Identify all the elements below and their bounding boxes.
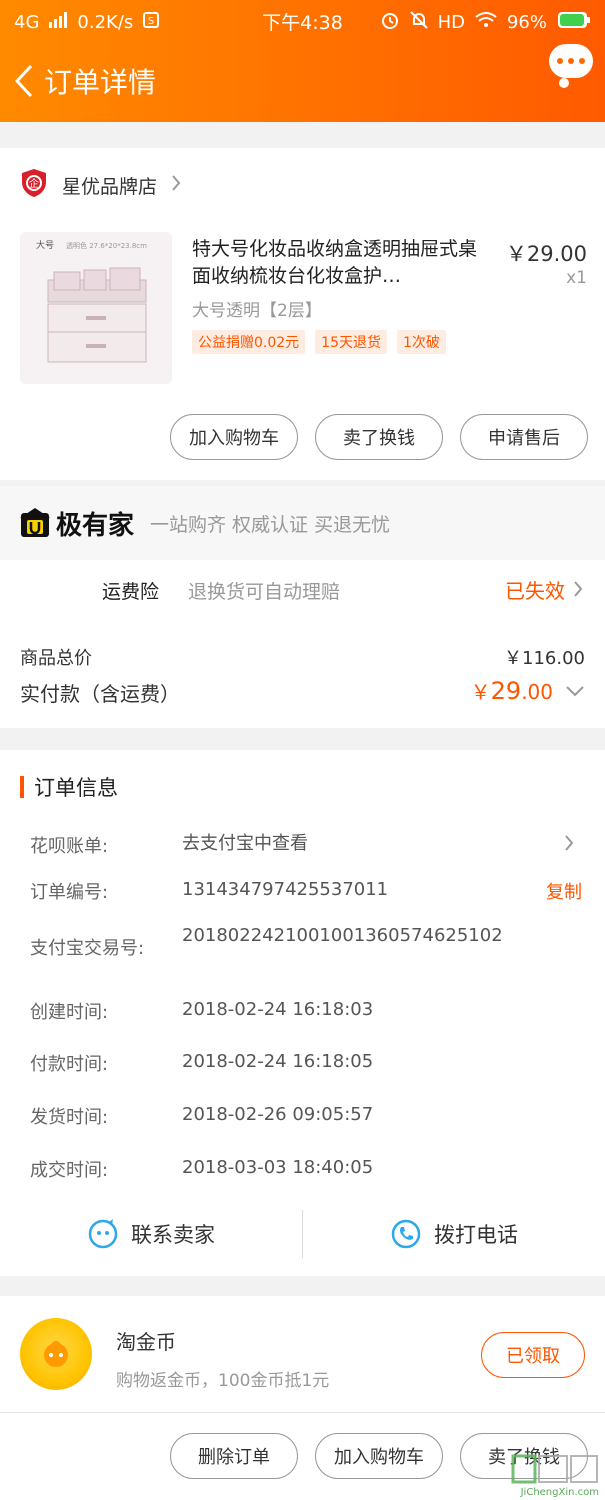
chevron-right-icon	[573, 580, 583, 602]
paid-label: 实付款（含运费）	[20, 682, 180, 706]
price-summary: 商品总价 ￥116.00 实付款（含运费） ￥29.00	[0, 618, 605, 728]
shipping-insurance-row[interactable]: 运费险 退换货可自动理赔 已失效	[0, 560, 605, 618]
product-image[interactable]: 大号 透明色 27.6*20*23.8cm	[20, 232, 172, 384]
product-quantity: x1	[566, 268, 587, 288]
tag-return: 15天退货	[315, 330, 387, 354]
contact-bar: 联系卖家 拨打电话	[0, 1206, 605, 1262]
chevron-right-icon	[564, 834, 574, 856]
order-info-section: 订单信息 花呗账单: 去支付宝中查看 订单编号: 131434797425537…	[0, 750, 605, 1276]
product-image-dims: 透明色 27.6*20*23.8cm	[66, 241, 147, 250]
brand-logo: 极有家	[20, 505, 134, 542]
chevron-left-icon	[14, 64, 33, 98]
insurance-label: 运费险	[102, 581, 160, 603]
insurance-status: 已失效	[505, 579, 565, 603]
page-title: 订单详情	[44, 66, 157, 99]
header-bar: 4G 0.2K/s S HD 96% 下午4:38 订单详情	[0, 0, 605, 122]
claimed-button[interactable]: 已领取	[481, 1332, 585, 1378]
phone-icon	[391, 1219, 421, 1249]
clock: 下午4:38	[262, 12, 343, 34]
coins-desc: 购物返金币，100金币抵1元	[116, 1371, 330, 1391]
sell-button[interactable]: 卖了换钱	[315, 414, 443, 460]
after-sale-button[interactable]: 申请售后	[460, 414, 588, 460]
insurance-desc: 退换货可自动理赔	[188, 581, 341, 603]
brand-slogan: 一站购齐 权威认证 买退无忧	[150, 513, 391, 536]
shop-row[interactable]: 企 星优品牌店	[20, 168, 181, 202]
product-image-label: 大号	[36, 239, 54, 251]
order-info-heading: 订单信息	[20, 772, 118, 802]
add-to-cart-button[interactable]: 加入购物车	[170, 414, 298, 460]
coins-title: 淘金币	[116, 1330, 176, 1354]
chat-face-icon	[88, 1219, 118, 1249]
shop-badge-icon: 企	[20, 168, 48, 202]
shop-name: 星优品牌店	[62, 175, 158, 198]
more-button[interactable]	[549, 44, 593, 78]
chevron-down-icon[interactable]	[565, 682, 585, 701]
brand-logo-text: 极有家	[56, 510, 135, 541]
goods-total-value: ￥116.00	[504, 648, 585, 669]
call-phone-button[interactable]: 拨打电话	[303, 1206, 605, 1262]
brand-banner[interactable]: 极有家 一站购齐 权威认证 买退无忧	[0, 486, 605, 560]
product-spec: 大号透明【2层】	[192, 301, 322, 321]
coins-section: 淘金币 购物返金币，100金币抵1元 已领取	[0, 1296, 605, 1412]
watermark-text: JiChengXin.com	[520, 1487, 599, 1498]
tag-breakage: 1次破	[397, 330, 446, 354]
product-price: ￥29.00	[505, 242, 587, 266]
chevron-right-icon	[171, 174, 181, 196]
bottom-add-to-cart-button[interactable]: 加入购物车	[315, 1433, 443, 1479]
coin-icon	[20, 1318, 92, 1390]
delete-order-button[interactable]: 删除订单	[170, 1433, 298, 1479]
svg-text:企: 企	[29, 177, 39, 190]
copy-button[interactable]: 复制	[546, 878, 582, 904]
product-tags: 公益捐赠0.02元 15天退货 1次破	[192, 330, 446, 354]
tag-charity: 公益捐赠0.02元	[192, 330, 306, 354]
contact-seller-button[interactable]: 联系卖家	[0, 1206, 302, 1262]
site-watermark: JiChengXin.com	[483, 1454, 601, 1498]
paid-value: ￥29.00	[470, 677, 553, 705]
product-title[interactable]: 特大号化妆品收纳盒透明抽屉式桌面收纳梳妆台化妆盒护…	[192, 236, 482, 290]
goods-total-label: 商品总价	[20, 648, 92, 669]
home-brand-icon	[20, 508, 50, 537]
back-button[interactable]	[10, 61, 38, 101]
more-icon	[557, 58, 585, 64]
